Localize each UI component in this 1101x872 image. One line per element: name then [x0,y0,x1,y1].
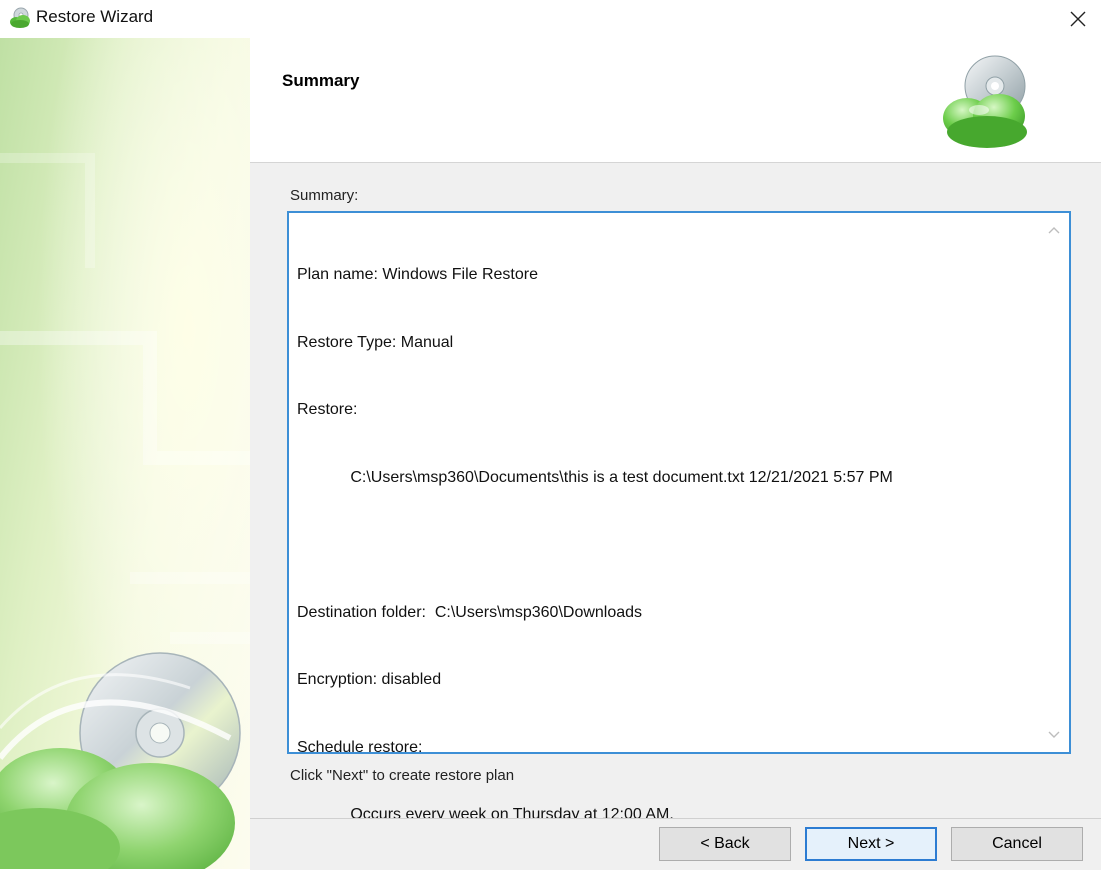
close-button[interactable] [1055,0,1101,38]
summary-line-schedule: Schedule restore: [297,738,423,756]
chevron-down-icon [1048,731,1060,738]
next-hint-text: Click "Next" to create restore plan [290,767,515,784]
summary-label: Summary: [290,187,359,204]
summary-line-restore-path: C:\Users\msp360\Documents\this is a test… [297,468,893,486]
scroll-down-arrow[interactable] [1047,728,1061,742]
summary-line-encryption: Encryption: disabled [297,671,442,688]
summary-line-blank: ​ [297,534,893,557]
wizard-sidebar-graphic [0,38,250,869]
window-title: Restore Wizard [36,7,154,26]
summary-line-plan-name: Plan name: Windows File Restore [297,266,538,283]
wizard-footer: < Back Next > Cancel [250,818,1101,870]
summary-line-restore-type: Restore Type: Manual [297,333,454,351]
sidebar-artwork [0,38,250,869]
wizard-header: Summary [250,38,1101,163]
back-button[interactable]: < Back [659,827,791,861]
title-bar: Restore Wizard [0,0,1101,38]
summary-textbox[interactable]: Plan name: Windows File Restore Restore … [287,211,1071,823]
chevron-up-icon [1048,227,1060,234]
cancel-button[interactable]: Cancel [951,827,1083,861]
summary-line-restore: Restore: [297,401,358,418]
scroll-up-arrow[interactable] [1047,223,1061,237]
page-title: Summary [282,71,360,90]
cloud-disc-icon [10,7,30,28]
next-button[interactable]: Next > [805,827,937,861]
wizard-content: Summary: Plan name: Windows File Restore… [250,163,1101,823]
summary-line-destination: Destination folder: C:\Users\msp360\Down… [297,603,643,621]
close-icon [1070,11,1086,27]
cloud-disc-logo-icon [943,55,1027,148]
